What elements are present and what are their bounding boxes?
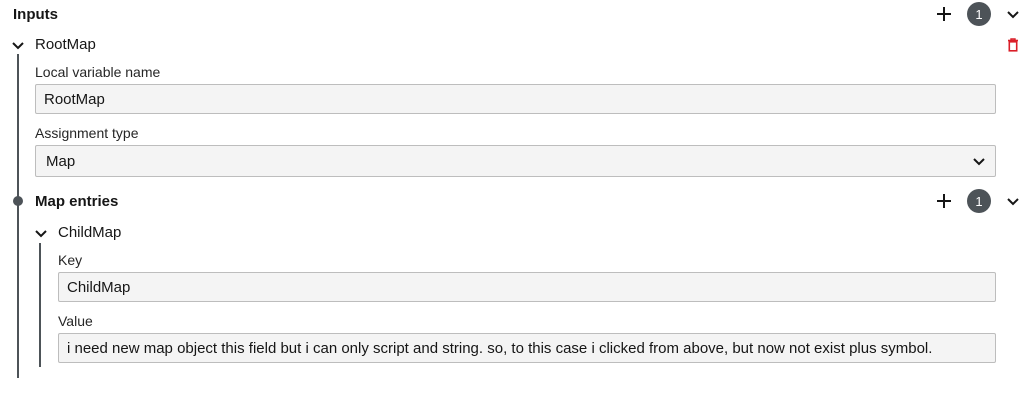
assignment-type-select[interactable]: Map	[35, 145, 996, 177]
trash-icon	[1008, 38, 1018, 52]
local-variable-label: Local variable name	[35, 64, 161, 80]
childmap-title: ChildMap	[58, 224, 122, 241]
map-entries-collapse-button[interactable]	[1004, 192, 1022, 210]
map-entries-title: Map entries	[35, 193, 119, 210]
value-input[interactable]: i need new map object this field but i c…	[58, 333, 996, 363]
chevron-down-icon	[12, 42, 24, 50]
local-variable-input[interactable]: RootMap	[35, 84, 996, 114]
inputs-collapse-button[interactable]	[1004, 5, 1022, 23]
key-label: Key	[58, 252, 83, 268]
add-input-button[interactable]	[934, 4, 954, 24]
chevron-down-icon	[35, 230, 47, 238]
key-input[interactable]: ChildMap	[58, 272, 996, 302]
inputs-count-badge: 1	[967, 2, 991, 26]
add-map-entry-button[interactable]	[934, 191, 954, 211]
assignment-type-label: Assignment type	[35, 125, 139, 141]
inputs-title: Inputs	[13, 6, 58, 23]
childmap-collapse-button[interactable]	[33, 225, 49, 241]
plus-icon	[937, 194, 951, 208]
chevron-down-icon	[1007, 11, 1019, 19]
childmap-tree-line	[39, 243, 41, 367]
map-entries-node-dot	[13, 196, 23, 206]
rootmap-title: RootMap	[35, 36, 96, 53]
rootmap-collapse-button[interactable]	[10, 37, 26, 53]
assignment-type-value: Map	[46, 152, 76, 170]
value-text: i need new map object this field but i c…	[67, 339, 933, 357]
value-label: Value	[58, 313, 93, 329]
plus-icon	[937, 7, 951, 21]
local-variable-value: RootMap	[44, 90, 105, 108]
rootmap-tree-line	[17, 54, 19, 378]
key-value: ChildMap	[67, 278, 131, 296]
chevron-down-icon	[973, 158, 985, 166]
inputs-panel: Inputs 1 RootMap Local variable name Roo…	[0, 0, 1024, 393]
chevron-down-icon	[1007, 198, 1019, 206]
delete-rootmap-button[interactable]	[1005, 36, 1021, 54]
map-entries-count-badge: 1	[967, 189, 991, 213]
